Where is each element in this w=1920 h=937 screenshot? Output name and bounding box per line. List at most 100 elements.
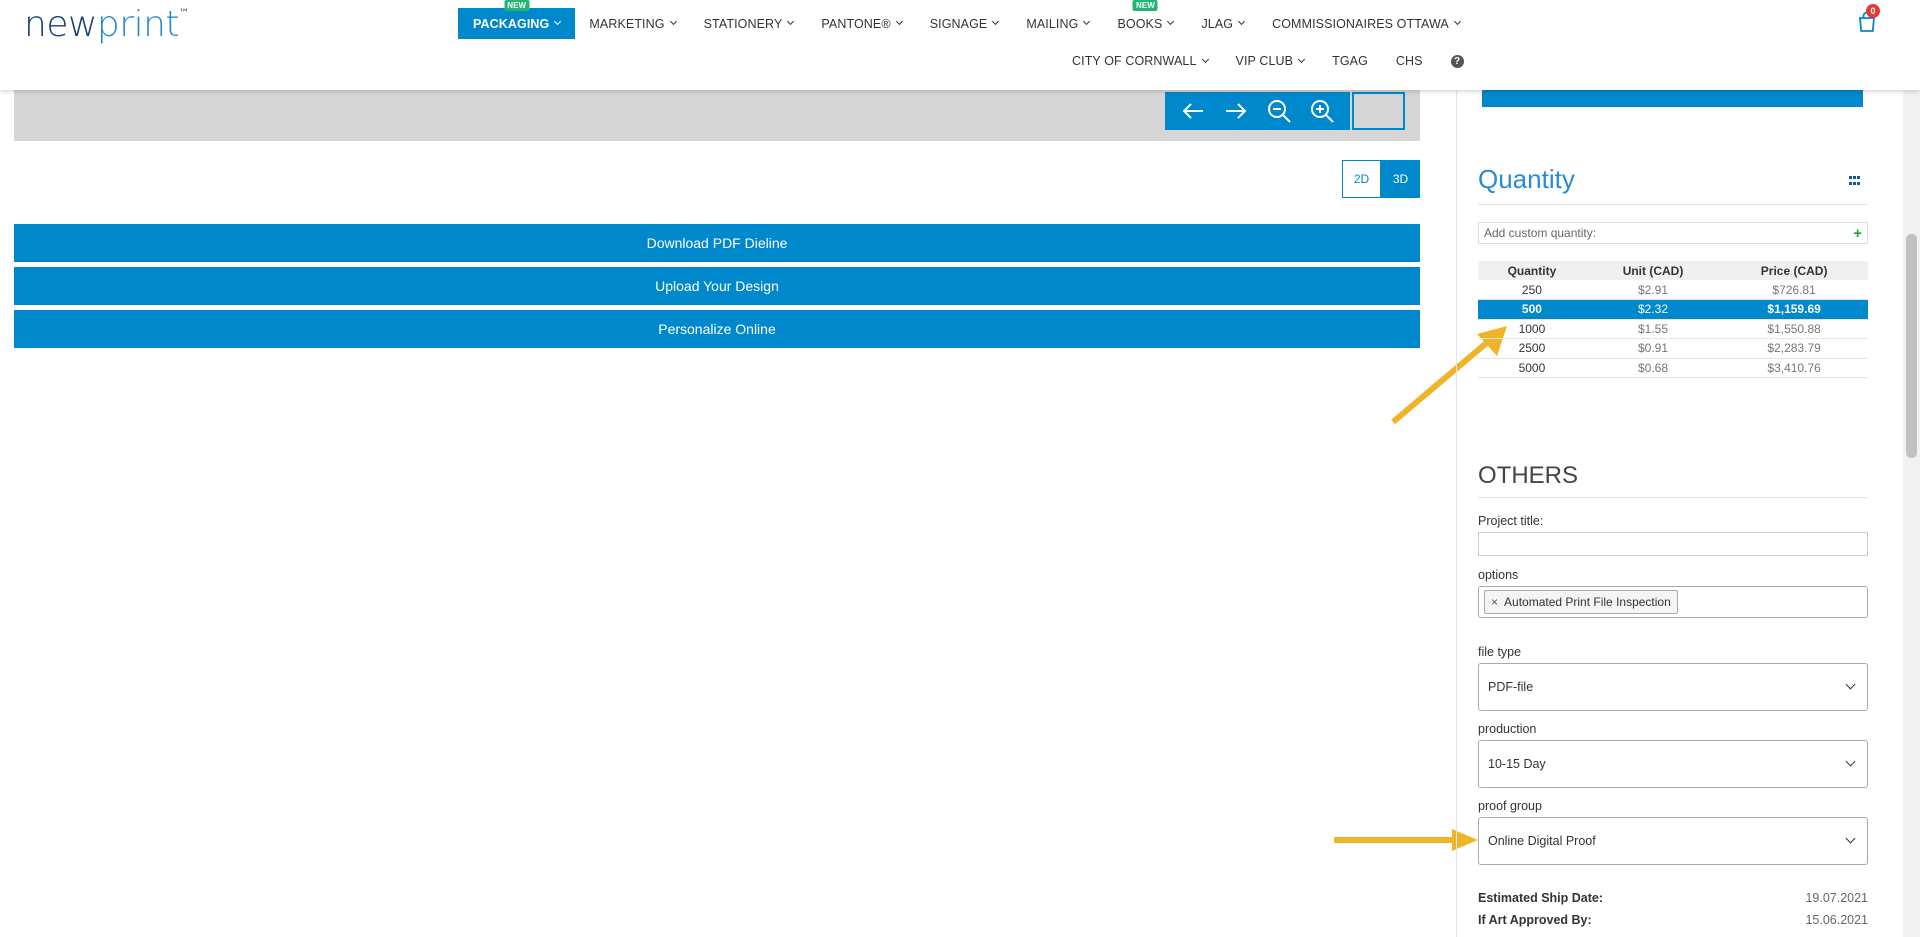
production-label: production xyxy=(1478,722,1537,736)
table-row[interactable]: 1000 $1.55 $1,550.88 xyxy=(1478,319,1868,339)
others-title: OTHERS xyxy=(1478,462,1579,489)
file-type-value: PDF-file xyxy=(1488,680,1534,694)
nav-label: VIP CLUB xyxy=(1235,54,1294,68)
chevron-down-icon xyxy=(992,17,1000,26)
nav-item-commissionaires-ottawa[interactable]: COMMISSIONAIRES OTTAWA xyxy=(1258,8,1474,39)
nav-item-stationery[interactable]: STATIONERY xyxy=(690,8,808,39)
file-type-label: file type xyxy=(1478,645,1522,659)
nav-item-vip-club[interactable]: VIP CLUB xyxy=(1222,48,1319,74)
viewer-controls xyxy=(1165,92,1350,130)
cell-quantity: 1000 xyxy=(1478,319,1586,339)
zoom-in-icon[interactable] xyxy=(1307,96,1337,126)
scrollbar-thumb[interactable] xyxy=(1906,234,1917,458)
custom-quantity-placeholder: Add custom quantity: xyxy=(1484,226,1597,240)
project-title-input[interactable] xyxy=(1478,532,1868,556)
ship-date-value: 19.07.2021 xyxy=(1805,891,1868,905)
cell-quantity: 250 xyxy=(1478,280,1586,300)
nav-item-mailing[interactable]: MAILING xyxy=(1012,8,1103,39)
nav-label: JLAG xyxy=(1201,16,1234,31)
cell-price: $3,410.76 xyxy=(1720,358,1868,378)
help-icon[interactable]: ? xyxy=(1450,54,1464,68)
cell-unit: $1.55 xyxy=(1585,319,1721,339)
newprint-logo[interactable]: newprint™ xyxy=(24,4,189,45)
divider xyxy=(1478,204,1868,205)
chevron-down-icon xyxy=(1845,833,1856,844)
chevron-down-icon xyxy=(554,17,562,26)
table-row-selected[interactable]: 500 $2.32 $1,159.69 xyxy=(1478,299,1868,320)
nav-label: MARKETING xyxy=(589,16,665,31)
column-header-unit: Unit (CAD) xyxy=(1585,261,1721,280)
ship-date-label: Estimated Ship Date: xyxy=(1478,891,1604,905)
custom-quantity-input[interactable]: Add custom quantity: + xyxy=(1478,222,1868,244)
nav-label: STATIONERY xyxy=(703,16,783,31)
table-row[interactable]: 5000 $0.68 $3,410.76 xyxy=(1478,358,1868,378)
zoom-out-icon[interactable] xyxy=(1264,96,1294,126)
logo-text-new: new xyxy=(24,4,97,45)
chevron-down-icon xyxy=(1845,679,1856,690)
approved-by-value: 15.06.2021 xyxy=(1805,913,1868,927)
proof-group-label: proof group xyxy=(1478,799,1542,813)
nav-item-signage[interactable]: SIGNAGE xyxy=(916,8,1013,39)
chevron-down-icon xyxy=(1298,55,1306,63)
options-multiselect[interactable]: × Automated Print File Inspection xyxy=(1478,586,1868,618)
remove-tag-icon[interactable]: × xyxy=(1491,595,1498,609)
chevron-down-icon xyxy=(1845,756,1856,767)
chevron-down-icon xyxy=(895,17,903,26)
cell-unit: $0.91 xyxy=(1585,338,1721,359)
arrow-left-icon[interactable] xyxy=(1178,96,1208,126)
table-row[interactable]: 2500 $0.91 $2,283.79 xyxy=(1478,338,1868,359)
grid-view-icon[interactable] xyxy=(1849,176,1861,187)
cell-quantity: 2500 xyxy=(1478,338,1586,359)
upload-design-button[interactable]: Upload Your Design xyxy=(14,267,1420,305)
art-approved-by-row: If Art Approved By: 15.06.2021 xyxy=(1478,913,1868,927)
nav-label: PACKAGING xyxy=(473,16,550,31)
cell-price: $1,159.69 xyxy=(1720,299,1868,320)
cell-quantity: 500 xyxy=(1478,299,1586,320)
toggle-2d-button[interactable]: 2D xyxy=(1342,160,1381,198)
column-header-quantity: Quantity xyxy=(1478,261,1586,280)
nav-label: PANTONE® xyxy=(821,16,891,31)
nav-item-marketing[interactable]: MARKETING xyxy=(575,8,689,39)
nav-item-books[interactable]: NEW BOOKS xyxy=(1103,0,1187,39)
cell-unit: $0.68 xyxy=(1585,358,1721,378)
nav-item-chs[interactable]: CHS xyxy=(1382,48,1437,74)
nav-item-packaging[interactable]: NEW PACKAGING xyxy=(458,0,576,39)
arrow-right-icon[interactable] xyxy=(1221,96,1251,126)
nav-label: MAILING xyxy=(1026,16,1079,31)
plus-icon[interactable]: + xyxy=(1853,225,1862,242)
cell-price: $726.81 xyxy=(1720,280,1868,300)
download-pdf-dieline-button[interactable]: Download PDF Dieline xyxy=(14,224,1420,262)
nav-item-city-of-cornwall[interactable]: CITY OF CORNWALL xyxy=(1058,48,1222,74)
cell-unit: $2.91 xyxy=(1585,280,1721,300)
nav-label: COMMISSIONAIRES OTTAWA xyxy=(1272,16,1449,31)
chevron-down-icon xyxy=(669,17,677,26)
logo-trademark: ™ xyxy=(179,8,189,19)
nav-item-tgag[interactable]: TGAG xyxy=(1318,48,1382,74)
nav-item-pantone[interactable]: PANTONE® xyxy=(807,8,915,39)
chevron-down-icon xyxy=(1167,17,1175,26)
proof-group-value: Online Digital Proof xyxy=(1488,834,1596,848)
toggle-3d-button[interactable]: 3D xyxy=(1381,160,1420,198)
new-badge: NEW xyxy=(1132,0,1158,11)
divider xyxy=(1478,497,1868,498)
chevron-down-icon xyxy=(1453,17,1461,26)
production-value: 10-15 Day xyxy=(1488,757,1546,771)
cell-quantity: 5000 xyxy=(1478,358,1586,378)
price-table: Quantity Unit (CAD) Price (CAD) 250 $2.9… xyxy=(1478,261,1868,378)
nav-item-jlag[interactable]: JLAG xyxy=(1187,8,1258,39)
quantity-title: Quantity xyxy=(1478,164,1575,194)
page-scrollbar[interactable] xyxy=(1903,90,1920,937)
chevron-down-icon xyxy=(787,17,795,26)
estimated-ship-date-row: Estimated Ship Date: 19.07.2021 xyxy=(1478,891,1868,905)
cart-count-badge: 0 xyxy=(1866,4,1880,18)
cell-price: $2,283.79 xyxy=(1720,338,1868,359)
table-row[interactable]: 250 $2.91 $726.81 xyxy=(1478,280,1868,300)
production-select[interactable]: 10-15 Day xyxy=(1478,740,1868,788)
personalize-online-button[interactable]: Personalize Online xyxy=(14,310,1420,348)
proof-group-select[interactable]: Online Digital Proof xyxy=(1478,817,1868,865)
main-nav-row-1: NEW PACKAGING MARKETING STATIONERY PANTO… xyxy=(458,0,1474,39)
nav-label: TGAG xyxy=(1332,54,1368,68)
file-type-select[interactable]: PDF-file xyxy=(1478,663,1868,711)
main-nav-row-2: CITY OF CORNWALL VIP CLUB TGAG CHS ? xyxy=(1058,48,1464,74)
viewer-thumbnail-box[interactable] xyxy=(1352,92,1405,130)
